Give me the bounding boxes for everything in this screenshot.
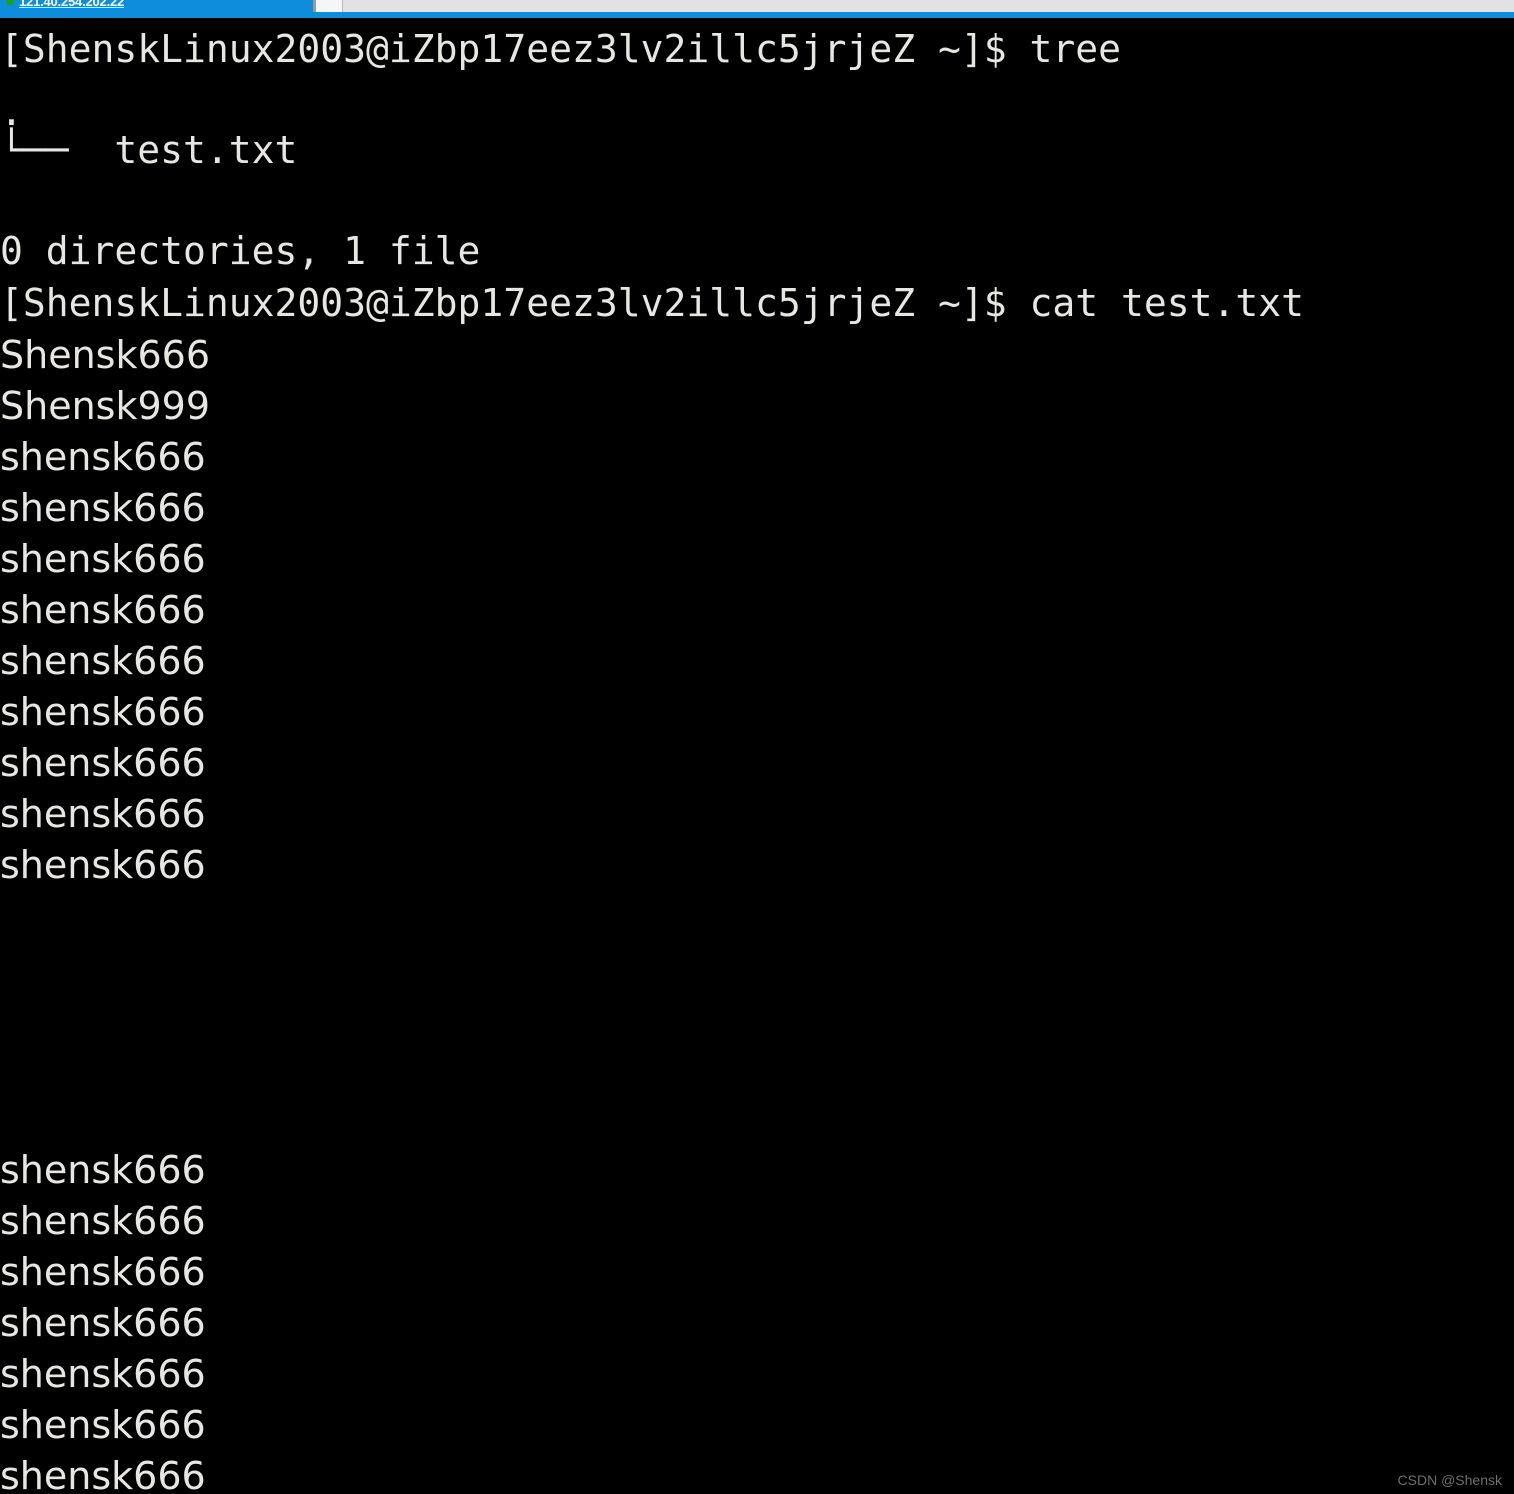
terminal-line: shensk666 — [0, 1199, 206, 1243]
terminal-line: shensk666 — [0, 1301, 206, 1345]
terminal-line: [ShenskLinux2003@iZbp17eez3lv2illc5jrjeZ… — [0, 27, 1122, 71]
terminal-line: shensk666 — [0, 843, 206, 887]
terminal-line: shensk666 — [0, 690, 206, 734]
terminal-output[interactable]: [ShenskLinux2003@iZbp17eez3lv2illc5jrjeZ… — [0, 18, 1514, 1494]
terminal-line: shensk666 — [0, 639, 206, 683]
terminal-line: shensk666 — [0, 1352, 206, 1396]
tab-strip: 121.40.254.202.22 — [0, 0, 1514, 12]
csdn-watermark: CSDN @Shensk — [1397, 1472, 1502, 1488]
tab-new-session[interactable] — [316, 0, 343, 12]
terminal-line: Shensk666 — [0, 333, 211, 377]
terminal-line: shensk666 — [0, 588, 206, 632]
tab-session-label: 121.40.254.202.22 — [19, 0, 125, 9]
terminal-line: shensk666 — [0, 1454, 206, 1494]
connection-status-icon — [6, 0, 14, 5]
terminal-line: Shensk999 — [0, 384, 211, 428]
terminal-line: shensk666 — [0, 741, 206, 785]
terminal-line: └── test.txt — [0, 128, 298, 172]
terminal-line: 0 directories, 1 file — [0, 229, 481, 273]
terminal-line: shensk666 — [0, 792, 206, 836]
terminal-line: [ShenskLinux2003@iZbp17eez3lv2illc5jrjeZ… — [0, 281, 1305, 325]
terminal-line: shensk666 — [0, 486, 206, 530]
terminal-line: shensk666 — [0, 1403, 206, 1447]
tab-session-active[interactable]: 121.40.254.202.22 — [0, 0, 313, 12]
terminal-line: . — [0, 90, 23, 134]
toolbar-empty-area — [343, 0, 1514, 12]
terminal-line: shensk666 — [0, 435, 206, 479]
terminal-line: shensk666 — [0, 537, 206, 581]
terminal-line: shensk666 — [0, 1148, 206, 1192]
terminal-line: shensk666 — [0, 1250, 206, 1294]
